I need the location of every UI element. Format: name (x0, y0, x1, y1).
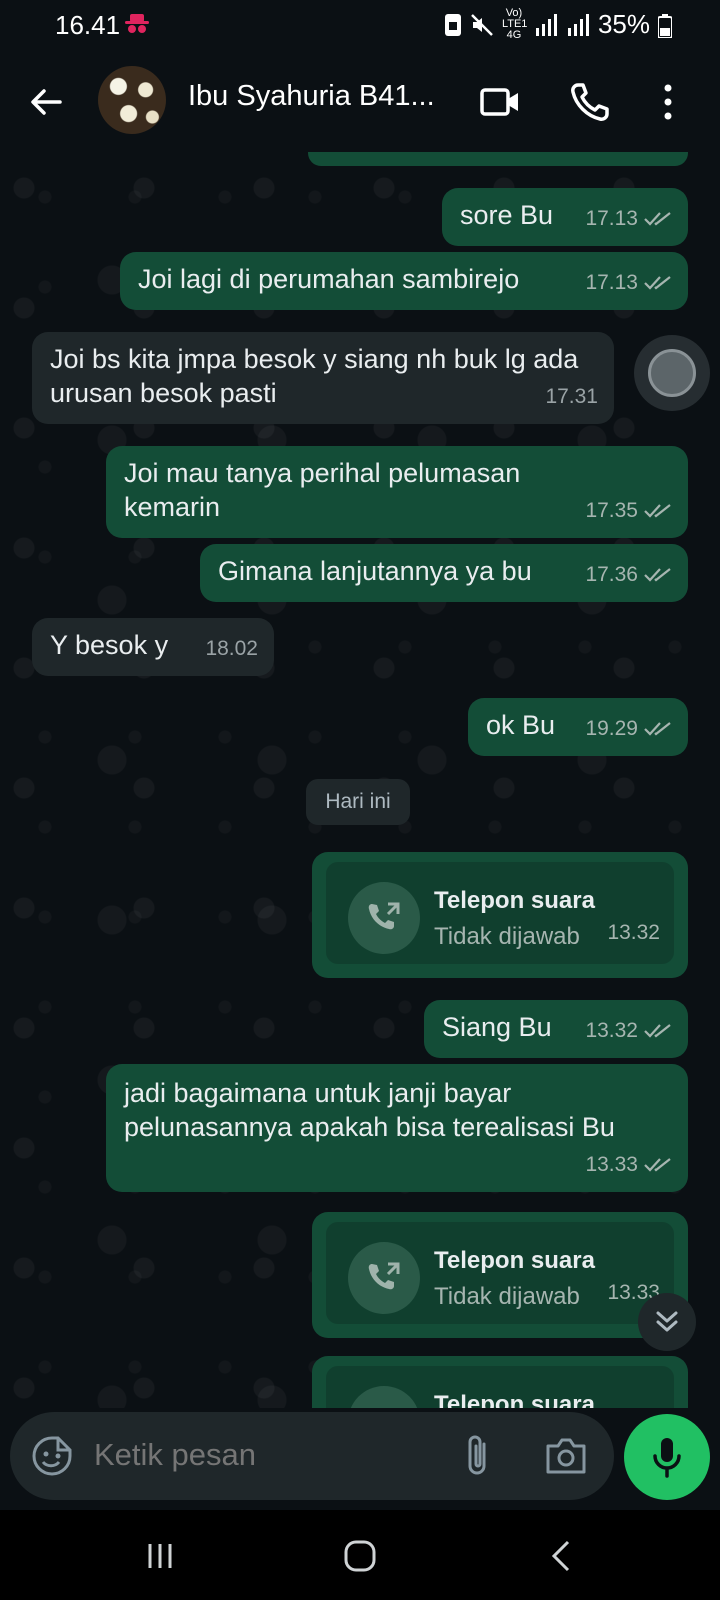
message-text: Gimana lanjutannya ya bu (218, 556, 532, 586)
message-time: 13.33 (585, 1153, 638, 1176)
status-icons: Vo) LTE1 4G 35% (444, 8, 650, 41)
mute-icon (471, 13, 493, 36)
call-time: 13.32 (607, 921, 660, 944)
double-check-icon (644, 504, 671, 518)
message-time: 18.02 (205, 637, 258, 660)
phone-icon[interactable] (568, 80, 612, 124)
message-text: Siang Bu (442, 1012, 552, 1042)
camera-icon[interactable] (544, 1436, 588, 1476)
scroll-to-bottom-button[interactable] (638, 1293, 696, 1351)
message-bubble-outgoing[interactable]: ok Bu 19.29 (468, 698, 688, 756)
message-meta: 19.29 (585, 712, 672, 746)
double-check-icon (644, 1158, 671, 1172)
recent-apps-icon[interactable] (140, 1536, 180, 1576)
system-navigation-bar (0, 1510, 720, 1600)
microphone-icon (653, 1438, 681, 1478)
attachment-icon[interactable] (460, 1434, 496, 1478)
double-check-icon (644, 212, 671, 226)
call-card[interactable]: Telepon suara Tidak dijawab 13.33 (326, 1222, 674, 1324)
call-title: Telepon suara (434, 1247, 595, 1274)
outgoing-call-icon (368, 1262, 400, 1290)
message-meta: 13.33 (585, 1148, 672, 1182)
message-meta: 18.02 (205, 632, 258, 666)
missed-call-icon-wrap (348, 1242, 420, 1314)
battery-icon (658, 14, 672, 38)
call-log-bubble[interactable]: Telepon suara (312, 1356, 688, 1408)
signal-icon (535, 13, 557, 36)
message-bubble-incoming[interactable]: Joi bs kita jmpa besok y siang nh buk lg… (32, 332, 614, 424)
volte-label: Vo) LTE1 4G (501, 7, 528, 41)
message-bubble-outgoing[interactable]: Joi mau tanya perihal pelumasan kemarin … (106, 446, 688, 538)
outgoing-call-icon (368, 902, 400, 930)
status-bar: 16.41 Vo) LTE1 4G 35% (0, 0, 720, 52)
call-title: Telepon suara (434, 887, 595, 914)
call-status: Tidak dijawab (434, 923, 580, 950)
back-arrow-icon[interactable] (26, 82, 66, 122)
floating-chat-bubble[interactable] (634, 335, 710, 411)
message-time: 17.13 (585, 207, 638, 230)
message-bubble-outgoing[interactable]: Joi lagi di perumahan sambirejo 17.13 (120, 252, 688, 310)
message-composer (10, 1412, 614, 1500)
call-card[interactable]: Telepon suara Tidak dijawab 13.32 (326, 862, 674, 964)
battery-percent: 35% (597, 9, 650, 39)
double-chevron-down-icon (656, 1311, 678, 1332)
message-meta: 17.36 (585, 558, 672, 592)
call-status: Tidak dijawab (434, 1283, 580, 1310)
message-meta: 13.32 (585, 1014, 672, 1048)
missed-call-icon-wrap (348, 882, 420, 954)
contact-avatar[interactable] (98, 66, 166, 134)
double-check-icon (644, 568, 671, 582)
chat-header: Ibu Syahuria B41... (0, 52, 720, 152)
message-bubble-outgoing[interactable]: jadi bagaimana untuk janji bayar pelunas… (106, 1064, 688, 1192)
message-time: 17.13 (585, 271, 638, 294)
message-text: sore Bu (460, 200, 554, 230)
message-bubble-incoming[interactable]: Y besok y 18.02 (32, 618, 274, 676)
message-time: 13.32 (585, 1019, 638, 1042)
video-call-icon[interactable] (478, 80, 522, 124)
missed-call-icon-wrap (348, 1386, 420, 1408)
message-text: Joi mau tanya perihal pelumasan kemarin (124, 458, 521, 522)
message-meta: 17.13 (585, 202, 672, 236)
double-check-icon (644, 1024, 671, 1038)
day-separator: Hari ini (306, 779, 410, 825)
call-title: Telepon suara (434, 1391, 595, 1408)
message-bubble-outgoing[interactable]: Siang Bu 13.32 (424, 1000, 688, 1058)
message-meta: 17.31 (545, 380, 598, 414)
home-icon[interactable] (340, 1536, 380, 1576)
sticker-emoji-icon[interactable] (30, 1434, 74, 1478)
incognito-icon (125, 14, 149, 33)
status-time: 16.41 (55, 10, 121, 40)
message-meta: 17.13 (585, 266, 672, 300)
message-text: ok Bu (486, 710, 556, 740)
call-card[interactable]: Telepon suara (326, 1366, 674, 1408)
message-input[interactable] (92, 1436, 436, 1474)
message-bubble-partial[interactable] (308, 152, 688, 166)
message-bubble-outgoing[interactable]: Gimana lanjutannya ya bu 17.36 (200, 544, 688, 602)
message-time: 17.35 (585, 499, 638, 522)
voice-message-button[interactable] (624, 1414, 710, 1500)
message-time: 17.31 (545, 385, 598, 408)
contact-name[interactable]: Ibu Syahuria B41... (188, 80, 458, 113)
back-nav-icon[interactable] (542, 1536, 582, 1576)
double-check-icon (644, 722, 671, 736)
chat-area[interactable]: sore Bu 17.13 Joi lagi di perumahan samb… (0, 152, 720, 1408)
message-text: Y besok y (50, 630, 169, 660)
message-text: Joi lagi di perumahan sambirejo (138, 264, 520, 294)
message-bubble-outgoing[interactable]: sore Bu 17.13 (442, 188, 688, 246)
signal-icon-2 (567, 13, 589, 36)
message-time: 19.29 (585, 717, 638, 740)
message-text: jadi bagaimana untuk janji bayar pelunas… (124, 1078, 615, 1142)
call-log-bubble[interactable]: Telepon suara Tidak dijawab 13.33 (312, 1212, 688, 1338)
message-meta: 17.35 (585, 494, 672, 528)
message-text: Joi bs kita jmpa besok y siang nh buk lg… (50, 344, 579, 408)
more-options-icon[interactable] (646, 80, 690, 124)
message-time: 17.36 (585, 563, 638, 586)
sim-icon (444, 13, 461, 36)
call-log-bubble[interactable]: Telepon suara Tidak dijawab 13.32 (312, 852, 688, 978)
double-check-icon (644, 276, 671, 290)
